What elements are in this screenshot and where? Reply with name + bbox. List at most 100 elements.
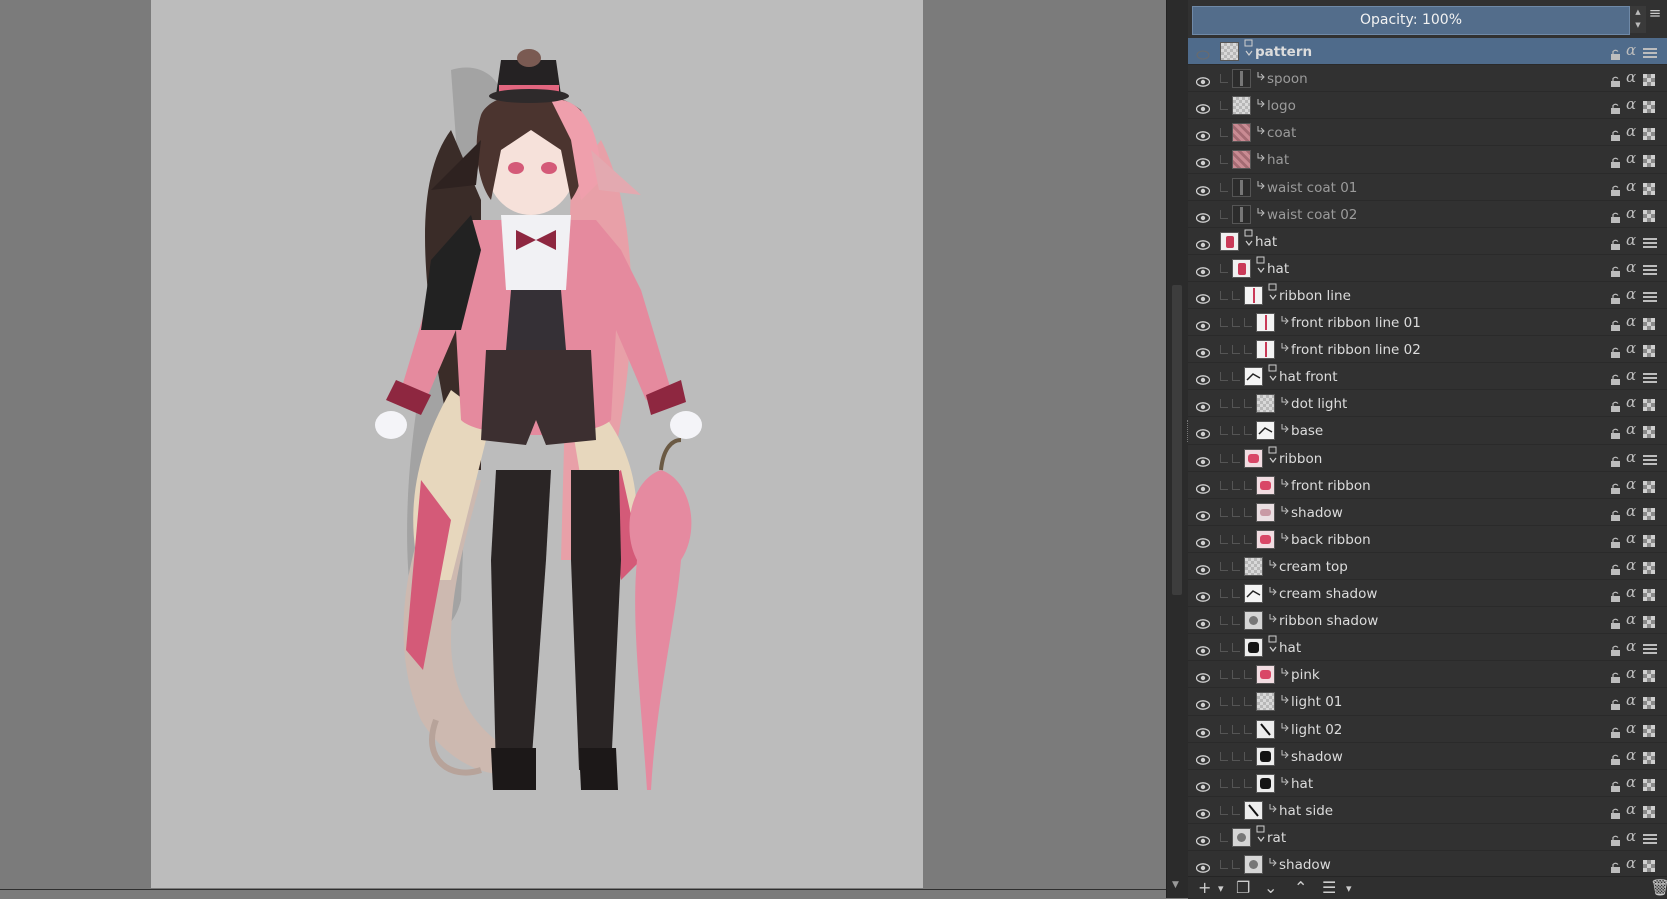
clip-arrow-icon[interactable] bbox=[1280, 310, 1290, 325]
layer-name[interactable]: light 02 bbox=[1291, 722, 1342, 738]
scroll-down-arrow-icon[interactable]: ▼ bbox=[1172, 880, 1179, 890]
inherit-alpha-icon[interactable] bbox=[1643, 667, 1657, 683]
inherit-alpha-icon[interactable] bbox=[1643, 749, 1657, 764]
visibility-eye-icon[interactable] bbox=[1195, 750, 1211, 765]
alpha-lock-icon[interactable]: α bbox=[1626, 204, 1636, 222]
opacity-spinbox-arrows[interactable]: ▲ ▼ bbox=[1630, 6, 1646, 33]
layer-row[interactable]: hat side α bbox=[1188, 797, 1667, 824]
visibility-eye-icon[interactable] bbox=[1195, 99, 1211, 115]
inherit-alpha-icon[interactable] bbox=[1643, 694, 1657, 710]
lock-icon[interactable] bbox=[1610, 424, 1621, 440]
layer-name[interactable]: ribbon line bbox=[1279, 288, 1351, 304]
layer-name[interactable]: waist coat 02 bbox=[1267, 207, 1357, 223]
clip-arrow-icon[interactable] bbox=[1280, 418, 1290, 433]
clip-arrow-icon[interactable] bbox=[1268, 608, 1278, 623]
lock-icon[interactable] bbox=[1610, 370, 1621, 386]
layer-name[interactable]: shadow bbox=[1279, 857, 1331, 873]
visibility-eye-icon[interactable] bbox=[1195, 723, 1211, 738]
layer-name[interactable]: cream shadow bbox=[1279, 586, 1377, 602]
clip-arrow-icon[interactable] bbox=[1280, 689, 1290, 704]
layer-name[interactable]: rat bbox=[1267, 830, 1286, 846]
alpha-lock-icon[interactable]: α bbox=[1626, 529, 1636, 547]
inherit-alpha-icon[interactable] bbox=[1643, 342, 1657, 358]
lock-icon[interactable] bbox=[1610, 804, 1621, 819]
layer-row[interactable]: cream top α bbox=[1188, 553, 1667, 580]
alpha-lock-icon[interactable]: α bbox=[1626, 448, 1636, 466]
pass-through-icon[interactable] bbox=[1643, 369, 1657, 384]
layer-row[interactable]: dot light α bbox=[1188, 390, 1667, 417]
canvas-area[interactable]: ▶ bbox=[0, 0, 1166, 890]
layer-row[interactable]: hat front α bbox=[1188, 363, 1667, 390]
layer-row[interactable]: ribbon line α bbox=[1188, 282, 1667, 309]
clip-arrow-icon[interactable] bbox=[1256, 93, 1266, 108]
layer-name[interactable]: ribbon shadow bbox=[1279, 613, 1378, 629]
visibility-eye-icon[interactable] bbox=[1195, 560, 1211, 575]
alpha-lock-icon[interactable]: α bbox=[1626, 556, 1636, 574]
delete-layer-icon[interactable]: 🗑 bbox=[1650, 878, 1667, 897]
layer-row[interactable]: front ribbon line 02 α bbox=[1188, 336, 1667, 363]
layer-name[interactable]: shadow bbox=[1291, 505, 1343, 521]
visibility-eye-icon[interactable] bbox=[1195, 804, 1211, 819]
layer-name[interactable]: hat bbox=[1267, 261, 1289, 277]
clip-arrow-icon[interactable] bbox=[1256, 202, 1266, 216]
layer-name[interactable]: front ribbon line 01 bbox=[1291, 315, 1421, 331]
layer-name[interactable]: hat bbox=[1255, 234, 1277, 250]
lock-icon[interactable] bbox=[1610, 695, 1621, 711]
move-up-icon[interactable]: ⌃ bbox=[1294, 878, 1307, 897]
clip-arrow-icon[interactable] bbox=[1280, 717, 1290, 731]
inherit-alpha-icon[interactable] bbox=[1643, 613, 1657, 629]
inherit-alpha-icon[interactable] bbox=[1643, 803, 1657, 818]
layer-row[interactable]: hat α bbox=[1188, 634, 1667, 661]
lock-icon[interactable] bbox=[1610, 560, 1621, 575]
inherit-alpha-icon[interactable] bbox=[1643, 315, 1657, 330]
clip-arrow-icon[interactable] bbox=[1268, 554, 1278, 569]
layer-name[interactable]: spoon bbox=[1267, 71, 1308, 87]
alpha-lock-icon[interactable]: α bbox=[1626, 502, 1636, 520]
lock-icon[interactable] bbox=[1610, 641, 1621, 657]
lock-icon[interactable] bbox=[1610, 181, 1621, 196]
lock-icon[interactable] bbox=[1610, 343, 1621, 359]
visibility-eye-icon[interactable] bbox=[1195, 424, 1211, 440]
lock-icon[interactable] bbox=[1610, 316, 1621, 331]
layer-row[interactable]: pink α bbox=[1188, 661, 1667, 688]
alpha-lock-icon[interactable]: α bbox=[1626, 393, 1636, 411]
alpha-lock-icon[interactable]: α bbox=[1626, 258, 1636, 276]
vertical-scrollbar[interactable]: ▼ bbox=[1166, 0, 1189, 898]
alpha-lock-icon[interactable]: α bbox=[1626, 610, 1636, 628]
layer-row[interactable]: back ribbon α bbox=[1188, 526, 1667, 553]
lock-icon[interactable] bbox=[1610, 750, 1621, 765]
alpha-lock-icon[interactable]: α bbox=[1626, 475, 1636, 493]
inherit-alpha-icon[interactable] bbox=[1643, 207, 1657, 222]
pass-through-icon[interactable] bbox=[1643, 830, 1657, 844]
layer-name[interactable]: cream top bbox=[1279, 559, 1348, 575]
canvas-document[interactable] bbox=[151, 0, 923, 888]
clip-arrow-icon[interactable] bbox=[1280, 527, 1290, 542]
lock-icon[interactable] bbox=[1610, 72, 1621, 88]
layer-name[interactable]: front ribbon line 02 bbox=[1291, 342, 1421, 358]
clip-arrow-icon[interactable] bbox=[1268, 852, 1278, 867]
alpha-lock-icon[interactable]: α bbox=[1626, 637, 1636, 655]
alpha-lock-icon[interactable]: α bbox=[1626, 719, 1636, 737]
group-folder-icon[interactable] bbox=[1268, 635, 1278, 653]
lock-icon[interactable] bbox=[1610, 668, 1621, 684]
layer-row[interactable]: front ribbon line 01 α bbox=[1188, 309, 1667, 336]
inherit-alpha-icon[interactable] bbox=[1643, 152, 1657, 168]
layer-properties-icon[interactable]: ☰ bbox=[1322, 878, 1336, 897]
clip-arrow-icon[interactable] bbox=[1256, 147, 1266, 162]
visibility-eye-icon[interactable] bbox=[1195, 695, 1211, 711]
pass-through-icon[interactable] bbox=[1643, 234, 1657, 248]
visibility-eye-icon[interactable] bbox=[1195, 614, 1211, 629]
clip-arrow-icon[interactable] bbox=[1280, 662, 1290, 677]
clip-arrow-icon[interactable] bbox=[1280, 473, 1290, 487]
visibility-eye-icon[interactable] bbox=[1195, 208, 1211, 223]
alpha-lock-icon[interactable]: α bbox=[1626, 691, 1636, 709]
layer-name[interactable]: ribbon bbox=[1279, 451, 1322, 467]
visibility-eye-icon[interactable] bbox=[1195, 397, 1211, 413]
clip-arrow-icon[interactable] bbox=[1256, 66, 1266, 81]
alpha-lock-icon[interactable]: α bbox=[1626, 420, 1636, 438]
group-folder-icon[interactable] bbox=[1244, 39, 1254, 56]
layer-name[interactable]: hat bbox=[1291, 776, 1313, 792]
alpha-lock-icon[interactable]: α bbox=[1626, 664, 1636, 682]
clip-arrow-icon[interactable] bbox=[1280, 771, 1290, 786]
clip-arrow-icon[interactable] bbox=[1256, 175, 1266, 189]
